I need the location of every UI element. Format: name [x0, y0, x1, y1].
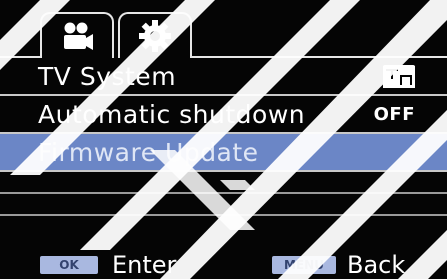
settings-menu: TV System Automatic shutdown OFF Firmwar…	[0, 58, 447, 216]
tab-settings[interactable]	[118, 12, 192, 58]
ok-key-badge[interactable]: OK	[40, 256, 98, 274]
menu-item-label: Firmware Update	[38, 137, 259, 167]
menu-item-firmware-update[interactable]: Firmware Update	[0, 134, 447, 172]
menu-item-automatic-shutdown[interactable]: Automatic shutdown OFF	[0, 96, 447, 134]
button-hint-bar: OK Enter MENU Back	[0, 248, 447, 279]
menu-item-tv-system[interactable]: TV System	[0, 58, 447, 96]
menu-key-badge[interactable]: MENU	[272, 256, 336, 274]
menu-item-empty	[0, 172, 447, 194]
shutdown-value: OFF	[373, 103, 415, 125]
video-camera-icon	[64, 22, 93, 50]
tab-video[interactable]	[40, 12, 114, 58]
gear-icon	[139, 20, 171, 52]
tv-format-icon	[383, 65, 415, 88]
back-hint: Back	[347, 251, 406, 279]
menu-item-label: Automatic shutdown	[38, 99, 306, 129]
menu-item-empty	[0, 194, 447, 216]
menu-item-label: TV System	[38, 61, 177, 91]
camera-settings-screen: TV System Automatic shutdown OFF Firmwar…	[0, 0, 447, 279]
enter-hint: Enter	[112, 251, 177, 279]
tab-row	[0, 0, 447, 58]
